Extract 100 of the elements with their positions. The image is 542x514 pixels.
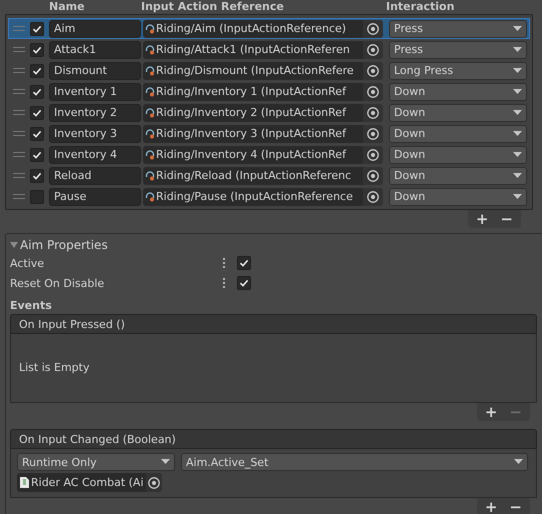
reference-field[interactable]: Riding/Inventory 3 (InputActionRef	[143, 124, 383, 142]
name-field[interactable]: Pause	[49, 188, 141, 206]
list-row[interactable]: Dismount Riding/Dismount (InputActionRefere Long Press	[8, 60, 530, 81]
checkbox[interactable]	[237, 276, 251, 290]
function-dropdown[interactable]: Aim.Active_Set	[181, 453, 528, 471]
checkbox[interactable]	[30, 84, 44, 98]
section-title: Events	[10, 299, 53, 314]
drag-handle-icon[interactable]	[13, 131, 25, 136]
dropdown-caret-icon	[513, 46, 522, 52]
script-icon	[20, 477, 29, 488]
interaction-dropdown[interactable]: Down	[389, 188, 527, 206]
action-asset-icon	[145, 128, 155, 138]
property-label: Reset On Disable	[10, 276, 106, 290]
action-asset-icon	[145, 108, 155, 118]
action-asset-icon	[145, 192, 155, 202]
event-header: On Input Pressed ()	[10, 314, 537, 334]
interaction-dropdown[interactable]: Down	[389, 166, 527, 184]
action-asset-icon	[145, 44, 155, 54]
drag-handle-icon[interactable]	[13, 47, 25, 52]
drag-handle-icon[interactable]	[13, 26, 25, 31]
checkbox[interactable]	[30, 168, 44, 182]
object-picker-icon[interactable]	[366, 22, 380, 36]
checkbox[interactable]	[30, 106, 44, 120]
list-row[interactable]: Aim Riding/Aim (InputActionReference) Press	[8, 18, 530, 39]
drag-handle-icon[interactable]	[13, 173, 25, 178]
add-button[interactable]: +	[482, 499, 500, 514]
object-picker-icon[interactable]	[366, 84, 380, 98]
action-asset-icon	[145, 86, 155, 96]
reference-field[interactable]: Riding/Pause (InputActionReference	[143, 188, 383, 206]
list-row[interactable]: Inventory 4 Riding/Inventory 4 (InputActionRef Down	[8, 144, 530, 165]
dropdown-caret-icon	[513, 26, 522, 32]
interaction-dropdown[interactable]: Long Press	[389, 62, 527, 80]
action-asset-icon	[145, 66, 155, 76]
dropdown-caret-icon	[513, 152, 522, 158]
checkbox[interactable]	[30, 22, 44, 36]
reference-field[interactable]: Riding/Reload (InputActionReferenc	[143, 166, 383, 184]
list-row[interactable]: Attack1 Riding/Attack1 (InputActionReferen Press	[8, 39, 530, 60]
column-header: Interaction	[385, 0, 456, 14]
reference-field[interactable]: Riding/Attack1 (InputActionReferen	[143, 40, 383, 58]
checkbox[interactable]	[237, 256, 251, 270]
checkbox[interactable]	[30, 64, 44, 78]
remove-button[interactable]: −	[498, 211, 515, 227]
name-field[interactable]: Dismount	[49, 62, 141, 80]
name-field[interactable]: Attack1	[49, 40, 141, 58]
remove-button[interactable]: −	[507, 499, 524, 514]
interaction-dropdown[interactable]: Press	[389, 20, 527, 38]
dropdown-caret-icon	[513, 194, 522, 200]
object-picker-icon[interactable]	[366, 126, 380, 140]
object-picker-icon[interactable]	[366, 190, 380, 204]
checkbox[interactable]	[30, 148, 44, 162]
list-row[interactable]: Inventory 1 Riding/Inventory 1 (InputActionRef Down	[8, 81, 530, 102]
add-button[interactable]: +	[474, 211, 490, 227]
drag-handle-icon[interactable]	[13, 68, 25, 73]
mode-dropdown[interactable]: Runtime Only	[17, 453, 175, 471]
name-field[interactable]: Inventory 4	[49, 146, 141, 164]
column-header: Name	[48, 0, 86, 14]
reference-field[interactable]: Riding/Inventory 1 (InputActionRef	[143, 82, 383, 100]
interaction-dropdown[interactable]: Down	[389, 82, 527, 100]
name-field[interactable]: Reload	[49, 166, 141, 184]
reference-field[interactable]: Riding/Dismount (InputActionRefere	[143, 62, 383, 80]
list-row[interactable]: Inventory 2 Riding/Inventory 2 (InputActionRef Down	[8, 102, 530, 123]
action-asset-icon	[145, 170, 155, 180]
reference-field[interactable]: Riding/Inventory 4 (InputActionRef	[143, 146, 383, 164]
object-picker-icon[interactable]	[366, 64, 380, 78]
event-header: On Input Changed (Boolean)	[10, 429, 537, 449]
add-button[interactable]: +	[482, 404, 500, 420]
drag-handle-icon[interactable]	[13, 110, 25, 115]
name-field[interactable]: Aim	[49, 20, 141, 38]
reference-field[interactable]: Riding/Aim (InputActionReference)	[143, 20, 383, 38]
drag-handle-icon[interactable]	[13, 152, 25, 157]
action-asset-icon	[145, 150, 155, 160]
foldout-arrow-icon[interactable]	[10, 240, 20, 248]
dropdown-caret-icon	[513, 68, 522, 74]
object-picker-icon[interactable]	[366, 168, 380, 182]
interaction-dropdown[interactable]: Down	[389, 104, 527, 122]
dropdown-caret-icon	[513, 130, 522, 136]
dropdown-caret-icon	[513, 88, 522, 94]
target-object-field[interactable]: Rider AC Combat (Ai	[17, 473, 162, 492]
interaction-dropdown[interactable]: Down	[389, 124, 527, 142]
drag-handle-icon[interactable]	[13, 194, 25, 199]
list-row[interactable]: Reload Riding/Reload (InputActionReferenc Down	[8, 165, 530, 186]
checkbox[interactable]	[30, 42, 44, 56]
checkbox[interactable]	[30, 190, 44, 204]
checkbox[interactable]	[30, 126, 44, 140]
drag-handle-icon[interactable]	[13, 89, 25, 94]
object-picker-icon[interactable]	[146, 476, 161, 490]
dropdown-caret-icon	[513, 110, 522, 116]
name-field[interactable]: Inventory 3	[49, 124, 141, 142]
column-header: Input Action Reference	[140, 0, 285, 14]
object-picker-icon[interactable]	[366, 106, 380, 120]
name-field[interactable]: Inventory 2	[49, 104, 141, 122]
interaction-dropdown[interactable]: Down	[389, 146, 527, 164]
reference-field[interactable]: Riding/Inventory 2 (InputActionRef	[143, 104, 383, 122]
list-row[interactable]: Inventory 3 Riding/Inventory 3 (InputActionRef Down	[8, 123, 530, 144]
list-row[interactable]: Pause Riding/Pause (InputActionReference Down	[8, 186, 530, 207]
object-picker-icon[interactable]	[366, 148, 380, 162]
name-field[interactable]: Inventory 1	[49, 82, 141, 100]
interaction-dropdown[interactable]: Press	[389, 40, 527, 58]
action-asset-icon	[145, 24, 155, 34]
object-picker-icon[interactable]	[366, 42, 380, 56]
